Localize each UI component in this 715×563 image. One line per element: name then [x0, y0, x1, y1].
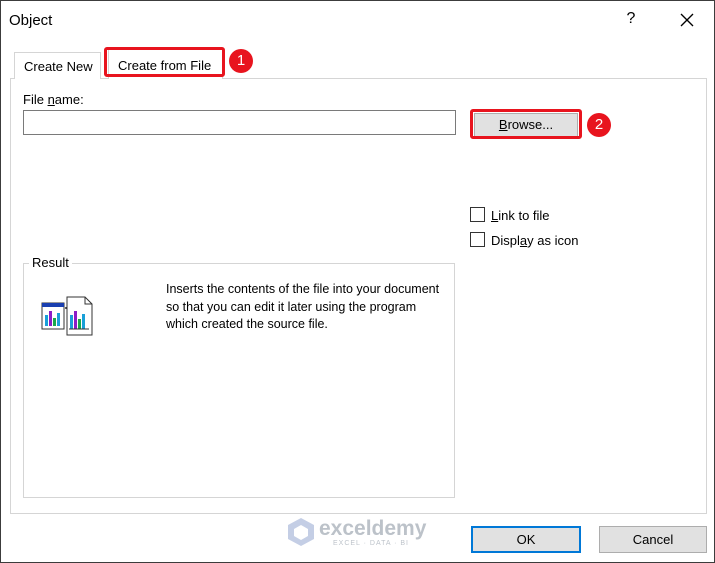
close-icon — [680, 13, 694, 27]
browse-highlight — [470, 109, 582, 139]
create-from-file-highlight — [104, 47, 225, 77]
file-name-input[interactable] — [23, 110, 456, 135]
embedded-document-icon — [41, 295, 95, 339]
help-button[interactable]: ? — [622, 10, 640, 30]
close-button[interactable] — [677, 9, 697, 31]
result-description: Inserts the contents of the file into yo… — [166, 282, 440, 331]
link-to-file-checkbox[interactable] — [470, 207, 485, 222]
link-to-file-label[interactable]: Link to file — [491, 208, 550, 223]
watermark-name: exceldemy — [319, 517, 427, 540]
object-dialog: Object ? Create New Create from File Fil… — [0, 0, 715, 563]
tab-create-new[interactable]: Create New — [14, 52, 101, 79]
display-as-icon-label[interactable]: Display as icon — [491, 233, 578, 248]
step-2-badge: 2 — [587, 113, 611, 137]
watermark-tagline: EXCEL · DATA · BI — [333, 540, 409, 547]
file-name-label: File name: — [23, 92, 84, 107]
exceldemy-logo-icon — [288, 518, 314, 546]
result-legend: Result — [29, 255, 72, 270]
step-1-badge: 1 — [229, 49, 253, 73]
display-as-icon-checkbox[interactable] — [470, 232, 485, 247]
dialog-title: Object — [9, 12, 53, 29]
cancel-button[interactable]: Cancel — [599, 526, 707, 553]
tab-create-new-label: Create New — [24, 59, 93, 74]
ok-button[interactable]: OK — [471, 526, 581, 553]
exceldemy-watermark: exceldemy EXCEL · DATA · BI — [285, 515, 435, 551]
